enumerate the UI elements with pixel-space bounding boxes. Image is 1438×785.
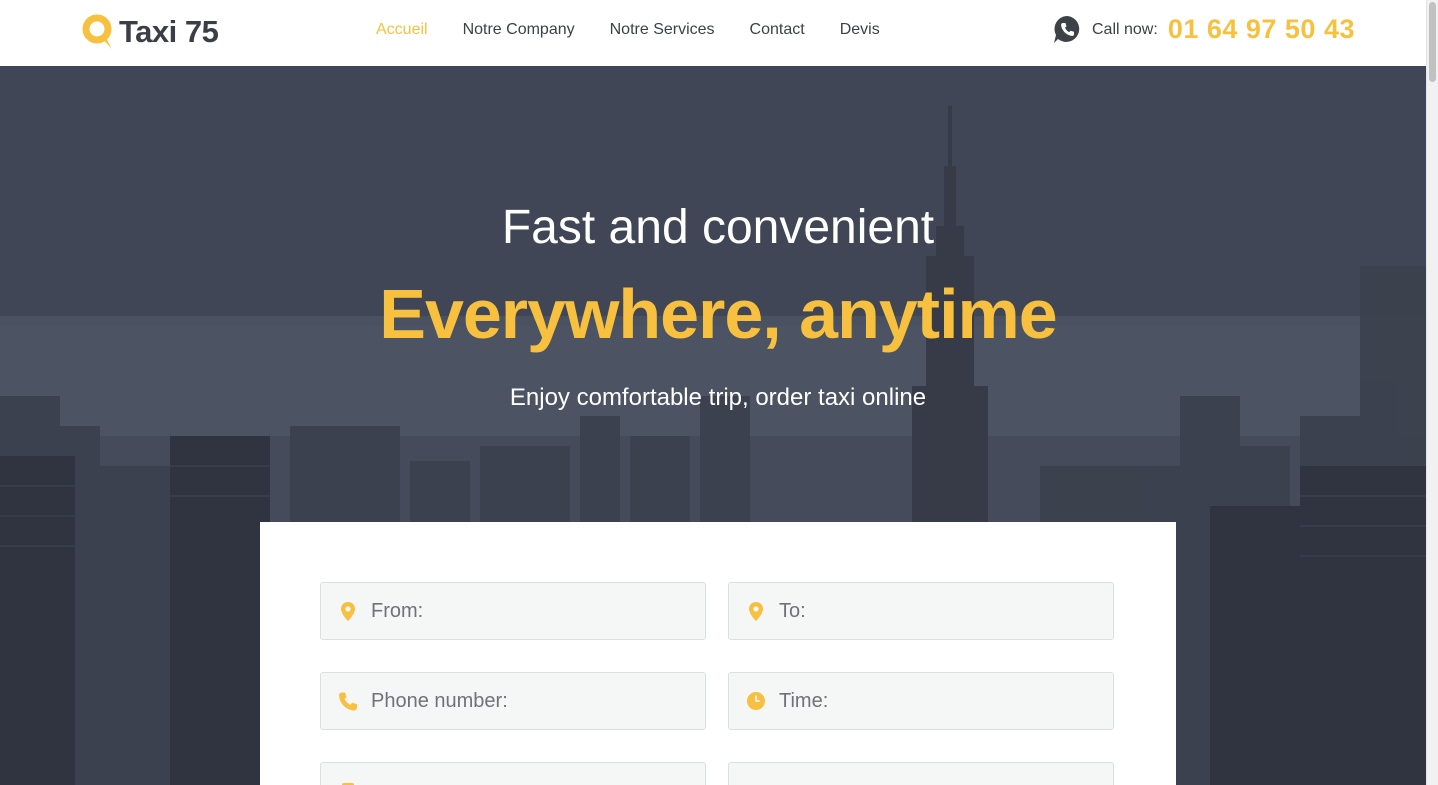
card-icon [747,781,765,785]
from-input[interactable] [369,598,693,624]
clock-icon [747,691,765,711]
hero-title: Fast and convenient [501,201,935,254]
logo-pin-icon [82,14,112,49]
page-scrollbar[interactable] [1426,0,1438,785]
phone-input[interactable] [369,688,693,714]
map-pin-icon [339,601,357,621]
booking-form [260,522,1176,785]
logo[interactable]: Taxi 75 [82,12,219,52]
from-field[interactable] [320,582,706,640]
phone-chat-icon [1054,16,1080,43]
call-number[interactable]: 01 64 97 50 43 [1168,14,1355,45]
time-field[interactable] [728,672,1114,730]
phone-icon [339,691,357,711]
map-pin-icon [747,601,765,621]
nav-notre-company[interactable]: Notre Company [463,20,575,40]
hero-headline: Everywhere, anytime [379,275,1057,353]
scrollbar-thumb[interactable] [1429,2,1436,82]
main-nav: Accueil Notre Company Notre Services Con… [376,20,915,40]
car-type-field[interactable] [320,762,706,785]
phone-field[interactable] [320,672,706,730]
to-input[interactable] [777,598,1101,624]
time-input[interactable] [777,688,1101,714]
to-field[interactable] [728,582,1114,640]
payment-field[interactable] [728,762,1114,785]
logo-text: Taxi 75 [119,14,219,49]
nav-accueil[interactable]: Accueil [376,20,428,40]
nav-contact[interactable]: Contact [750,20,805,40]
car-icon [339,781,357,785]
hero-section: Fast and convenient Everywhere, anytime … [0,66,1426,785]
nav-notre-services[interactable]: Notre Services [610,20,715,40]
site-header: Taxi 75 Accueil Notre Company Notre Serv… [0,0,1426,66]
call-now: Call now: 01 64 97 50 43 [1053,14,1355,45]
call-label: Call now: [1092,20,1158,38]
hero-subtitle: Enjoy comfortable trip, order taxi onlin… [509,384,927,411]
nav-devis[interactable]: Devis [840,20,880,40]
